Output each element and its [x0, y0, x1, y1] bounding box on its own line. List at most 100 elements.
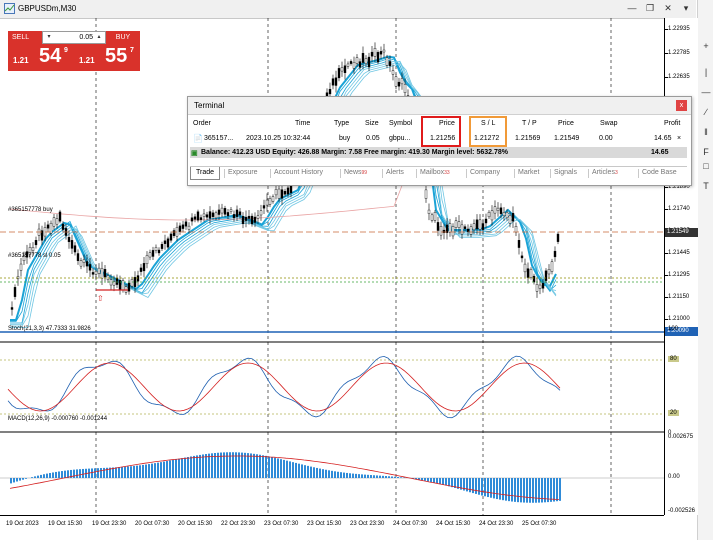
- col-time[interactable]: Time: [295, 120, 310, 127]
- fibonacci-icon[interactable]: F: [700, 146, 712, 158]
- trendline-icon[interactable]: ∕: [700, 106, 712, 118]
- macd-bar: [514, 478, 516, 502]
- price-tick-label: 1.22635: [668, 74, 690, 80]
- macd-bar: [421, 478, 423, 480]
- sell-quote[interactable]: 1.21 54 9: [8, 44, 74, 71]
- crosshair-tool-icon[interactable]: +: [700, 40, 712, 52]
- lot-increase-icon[interactable]: ▴: [94, 33, 104, 42]
- cell-tp[interactable]: 1.21569: [515, 135, 540, 142]
- macd-bar: [115, 467, 117, 478]
- cell-current-price: 1.21549: [554, 135, 579, 142]
- restore-button[interactable]: ❐: [643, 2, 657, 15]
- tab-articles[interactable]: Articles3: [592, 169, 618, 176]
- cell-profit: 14.65: [654, 135, 672, 142]
- tab-separator: [514, 169, 515, 178]
- cell-order: 365157...: [204, 135, 233, 142]
- candle-body: [257, 216, 259, 219]
- shapes-icon[interactable]: □: [700, 160, 712, 172]
- col-swap[interactable]: Swap: [600, 120, 618, 127]
- minimize-button[interactable]: —: [625, 2, 639, 15]
- tab-company[interactable]: Company: [470, 169, 500, 176]
- candle-body: [365, 58, 367, 63]
- terminal-tabs: Trade Exposure Account History News99 Alerts…: [190, 166, 687, 181]
- tab-label: Code Base: [642, 169, 677, 176]
- macd-bar: [58, 471, 60, 478]
- col-order[interactable]: Order: [193, 120, 211, 127]
- tab-label: Trade: [196, 169, 214, 176]
- tab-trade[interactable]: Trade: [190, 167, 220, 180]
- macd-bar: [517, 478, 519, 502]
- col-profit[interactable]: Profit: [664, 120, 680, 127]
- macd-bar: [472, 478, 474, 493]
- col-tp[interactable]: T / P: [522, 120, 537, 127]
- macd-bar: [19, 478, 21, 481]
- col-type[interactable]: Type: [334, 120, 349, 127]
- window-menu-button[interactable]: ▾: [679, 2, 693, 15]
- candle-body: [83, 259, 85, 262]
- tab-account-history[interactable]: Account History: [274, 169, 323, 176]
- time-tick-label: 23 Oct 07:30: [264, 521, 298, 527]
- close-position-icon[interactable]: ×: [677, 135, 681, 142]
- tab-separator: [466, 169, 467, 178]
- macd-bar: [280, 459, 282, 478]
- tab-news[interactable]: News99: [344, 169, 367, 176]
- macd-bar: [427, 478, 429, 481]
- stochastic-tick-label: 100: [668, 326, 678, 332]
- close-window-button[interactable]: ✕: [661, 2, 675, 15]
- price-tick-label: 1.22935: [668, 26, 690, 32]
- terminal-titlebar[interactable]: Terminal x: [188, 97, 691, 115]
- macd-bar: [349, 473, 351, 478]
- macd-bar: [184, 458, 186, 478]
- macd-bar: [256, 454, 258, 478]
- macd-bar: [94, 468, 96, 478]
- candle-body: [236, 210, 238, 217]
- tab-alerts[interactable]: Alerts: [386, 169, 404, 176]
- col-current-price[interactable]: Price: [558, 120, 574, 127]
- macd-bar: [448, 478, 450, 486]
- macd-bar: [55, 472, 57, 478]
- time-tick-label: 25 Oct 07:30: [522, 521, 556, 527]
- candle-body: [239, 212, 241, 215]
- macd-bar: [52, 472, 54, 478]
- tab-market[interactable]: Market: [518, 169, 539, 176]
- lot-size-field[interactable]: ▾ 0.05 ▴: [42, 31, 106, 44]
- candle-body: [143, 263, 145, 271]
- channel-icon[interactable]: ‖: [700, 126, 712, 138]
- text-tool-icon[interactable]: T: [700, 180, 712, 192]
- terminal-close-button[interactable]: x: [676, 100, 687, 111]
- horizontal-line-icon[interactable]: —: [700, 86, 712, 98]
- candle-body: [170, 234, 172, 240]
- candle-body: [281, 190, 283, 199]
- candle-body: [215, 213, 217, 218]
- macd-bar: [538, 478, 540, 503]
- sell-button[interactable]: SELL: [8, 31, 42, 44]
- col-symbol[interactable]: Symbol: [389, 120, 412, 127]
- buy-button[interactable]: BUY: [106, 31, 140, 44]
- candle-body: [173, 231, 175, 236]
- candle-body: [212, 213, 214, 217]
- candle-body: [209, 212, 211, 219]
- tab-mailbox[interactable]: Mailbox33: [420, 169, 450, 176]
- tab-code-base[interactable]: Code Base: [642, 169, 677, 176]
- tab-separator: [224, 169, 225, 178]
- tab-exposure[interactable]: Exposure: [228, 169, 258, 176]
- buy-quote[interactable]: 1.21 55 7: [74, 44, 140, 71]
- macd-bar: [535, 478, 537, 503]
- time-tick-label: 24 Oct 15:30: [436, 521, 470, 527]
- candle-body: [512, 213, 514, 221]
- right-toolbar: + | — ∕ ‖ F □ T: [697, 0, 713, 540]
- order-line-label: #365157778 buy: [8, 207, 53, 213]
- sell-quote-pips: 54: [39, 45, 61, 68]
- lot-size-value[interactable]: 0.05: [43, 34, 93, 41]
- balance-total-profit: 14.65: [651, 149, 669, 156]
- tab-signals[interactable]: Signals: [554, 169, 577, 176]
- price-chart[interactable]: ⇧: [0, 18, 664, 515]
- position-icon: 📄: [193, 134, 203, 143]
- candle-body: [350, 61, 352, 63]
- candle-body: [275, 189, 277, 195]
- col-size[interactable]: Size: [365, 120, 379, 127]
- macd-bar: [172, 460, 174, 478]
- candle-body: [335, 78, 337, 86]
- macd-bar: [121, 467, 123, 478]
- vertical-line-icon[interactable]: |: [700, 66, 712, 78]
